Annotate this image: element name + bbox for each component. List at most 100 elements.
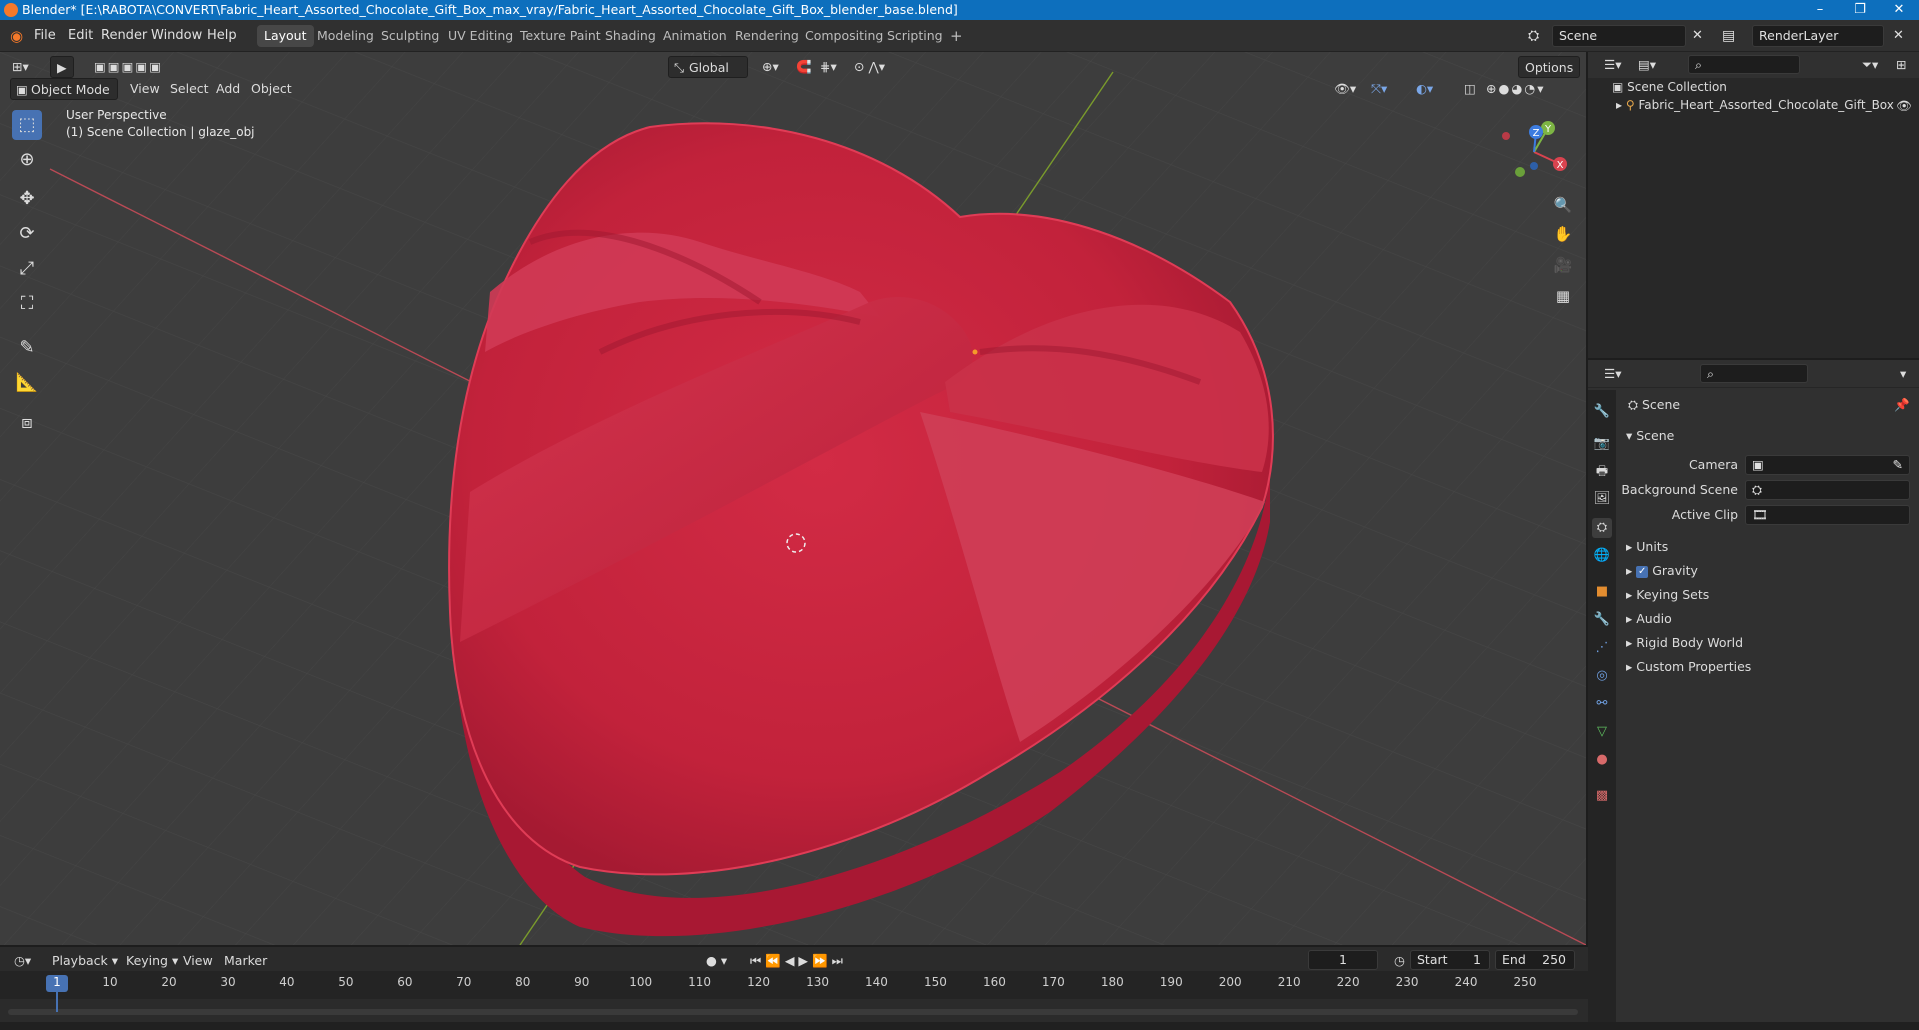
- menu-help[interactable]: Help: [207, 20, 237, 52]
- gizmo-neg-y-icon[interactable]: [1515, 167, 1525, 177]
- outliner-item[interactable]: ▸ ⚲ Fabric_Heart_Assorted_Chocolate_Gift…: [1616, 98, 1894, 112]
- start-frame-field[interactable]: Start 1: [1410, 950, 1490, 970]
- scene-browse-icon[interactable]: ⛭: [1528, 20, 1539, 52]
- timeline-menu-marker[interactable]: Marker: [218, 950, 273, 972]
- tab-rendering[interactable]: Rendering: [728, 25, 806, 47]
- 3d-viewport[interactable]: [0, 52, 1586, 945]
- visibility-eye-icon[interactable]: 👁: [1896, 98, 1912, 114]
- custom-properties-panel[interactable]: ▸ Custom Properties: [1626, 659, 1751, 674]
- properties-options-icon[interactable]: ▾: [1894, 363, 1912, 385]
- background-scene-field[interactable]: ⛭: [1745, 480, 1910, 500]
- tab-texture-paint[interactable]: Texture Paint: [513, 25, 608, 47]
- viewport-menu-object[interactable]: Object: [245, 78, 298, 100]
- measure-tool-icon[interactable]: 📐: [12, 368, 42, 398]
- current-frame-field[interactable]: 1: [1308, 950, 1378, 970]
- record-icon[interactable]: ● ▾: [700, 950, 733, 972]
- close-button[interactable]: ✕: [1879, 0, 1919, 20]
- camera-view-icon[interactable]: 🎥: [1551, 253, 1575, 277]
- tab-scripting[interactable]: Scripting: [880, 25, 950, 47]
- rigid-body-world-panel[interactable]: ▸ Rigid Body World: [1626, 635, 1743, 650]
- select-tool-icon[interactable]: ▶: [50, 56, 74, 78]
- tab-animation[interactable]: Animation: [656, 25, 734, 47]
- scale-tool-icon[interactable]: ⤢: [12, 254, 42, 284]
- maximize-button[interactable]: ❐: [1840, 0, 1880, 20]
- end-frame-field[interactable]: End 250: [1495, 950, 1575, 970]
- menu-edit[interactable]: Edit: [68, 20, 93, 52]
- menu-file[interactable]: File: [34, 20, 56, 52]
- renderlayer-field[interactable]: RenderLayer: [1752, 25, 1884, 47]
- minimize-button[interactable]: –: [1800, 0, 1840, 20]
- tool-tab-icon[interactable]: 🔧: [1592, 402, 1612, 422]
- snap-target-icon[interactable]: ⋕▾: [814, 56, 843, 78]
- overlay-toggle-icon[interactable]: ◐▾: [1410, 78, 1439, 100]
- scene-close-icon[interactable]: ✕: [1692, 20, 1703, 52]
- select-box-tool-icon[interactable]: ⬚: [12, 110, 42, 140]
- pivot-icon[interactable]: ⊕▾: [756, 56, 785, 78]
- tab-shading[interactable]: Shading: [598, 25, 663, 47]
- material-tab-icon[interactable]: ●: [1592, 750, 1612, 770]
- constraints-tab-icon[interactable]: ⚯: [1592, 694, 1612, 714]
- active-clip-field[interactable]: 🎞: [1745, 505, 1910, 525]
- object-tab-icon[interactable]: ■: [1592, 582, 1612, 602]
- move-tool-icon[interactable]: ✥: [12, 184, 42, 214]
- clock-icon[interactable]: ◷: [1388, 950, 1411, 972]
- xray-icon[interactable]: ◫: [1458, 78, 1482, 100]
- mode-dropdown[interactable]: ▣ Object Mode: [10, 78, 118, 100]
- display-mode-icon[interactable]: ▤▾: [1632, 54, 1662, 76]
- outliner-search-input[interactable]: ⌕: [1688, 55, 1800, 74]
- properties-search-input[interactable]: ⌕: [1700, 364, 1808, 383]
- scene-panel-header[interactable]: ▾ Scene: [1626, 428, 1674, 443]
- gizmo-neg-z-icon[interactable]: [1530, 162, 1538, 170]
- gravity-checkbox[interactable]: ✓: [1636, 565, 1649, 578]
- tab-compositing[interactable]: Compositing: [798, 25, 890, 47]
- timeline-menu-keying[interactable]: Keying ▾: [120, 950, 184, 972]
- viewport-menu-add[interactable]: Add: [210, 78, 246, 100]
- add-cube-tool-icon[interactable]: ⧈: [12, 408, 42, 438]
- data-tab-icon[interactable]: ▽: [1592, 722, 1612, 742]
- render-tab-icon[interactable]: 📷: [1592, 434, 1612, 454]
- rotate-tool-icon[interactable]: ⟳: [12, 219, 42, 249]
- editor-type-icon[interactable]: ⊞▾: [6, 56, 35, 78]
- gizmo-neg-x-icon[interactable]: [1502, 132, 1510, 140]
- zoom-icon[interactable]: 🔍: [1551, 193, 1575, 217]
- renderlayer-browse-icon[interactable]: ▤: [1722, 20, 1735, 52]
- tab-uv-editing[interactable]: UV Editing: [441, 25, 520, 47]
- physics-tab-icon[interactable]: ◎: [1592, 666, 1612, 686]
- tab-layout[interactable]: Layout: [257, 25, 314, 47]
- tab-sculpting[interactable]: Sculpting: [374, 25, 446, 47]
- visibility-icon[interactable]: 👁▾: [1328, 78, 1362, 100]
- particles-tab-icon[interactable]: ⋰: [1592, 638, 1612, 658]
- timeline-scrollbar[interactable]: [8, 1009, 1578, 1015]
- expand-icon[interactable]: ▸: [1616, 98, 1626, 112]
- navigation-gizmo[interactable]: X Y Z: [1490, 112, 1570, 182]
- world-tab-icon[interactable]: 🌐: [1592, 546, 1612, 566]
- annotate-tool-icon[interactable]: ✎: [12, 333, 42, 363]
- gizmo-toggle-icon[interactable]: ⤧▾: [1365, 78, 1393, 100]
- blender-menu-icon[interactable]: ◉: [10, 20, 23, 52]
- filter-icon[interactable]: ⏷▾: [1856, 54, 1884, 76]
- shading-mode-icons[interactable]: ⊕●◕◔▾: [1480, 78, 1551, 100]
- renderlayer-close-icon[interactable]: ✕: [1893, 20, 1904, 52]
- menu-window[interactable]: Window: [151, 20, 202, 52]
- eyedropper-icon[interactable]: ✎: [1893, 456, 1903, 474]
- outliner-scene-collection[interactable]: ▣ Scene Collection: [1612, 80, 1727, 94]
- viewport-menu-select[interactable]: Select: [164, 78, 215, 100]
- texture-tab-icon[interactable]: ▩: [1592, 786, 1612, 806]
- camera-field[interactable]: ▣ ✎: [1745, 455, 1910, 475]
- keying-sets-panel[interactable]: ▸ Keying Sets: [1626, 587, 1709, 602]
- units-panel[interactable]: ▸ Units: [1626, 539, 1668, 554]
- perspective-toggle-icon[interactable]: ▦: [1551, 284, 1575, 308]
- timeline-menu-view[interactable]: View: [177, 950, 219, 972]
- new-collection-icon[interactable]: ⊞: [1890, 54, 1912, 76]
- timeline-editor-icon[interactable]: ◷▾: [8, 950, 37, 972]
- properties-editor-icon[interactable]: ☰▾: [1598, 363, 1627, 385]
- modifier-tab-icon[interactable]: 🔧: [1592, 610, 1612, 630]
- gravity-panel[interactable]: ▸ ✓ Gravity: [1626, 563, 1698, 578]
- pin-icon[interactable]: 📌: [1894, 397, 1910, 413]
- playback-controls-icons[interactable]: ⏮⏪◀▶⏩⏭: [744, 950, 853, 972]
- transform-orientation-dropdown[interactable]: ⤡ Global: [668, 56, 748, 78]
- cursor-tool-icon[interactable]: ⊕: [12, 145, 42, 175]
- transform-tool-icon[interactable]: ⛶: [12, 289, 42, 319]
- proportional-edit-icon[interactable]: ⊙ ⋀▾: [848, 56, 891, 78]
- menu-render[interactable]: Render: [101, 20, 147, 52]
